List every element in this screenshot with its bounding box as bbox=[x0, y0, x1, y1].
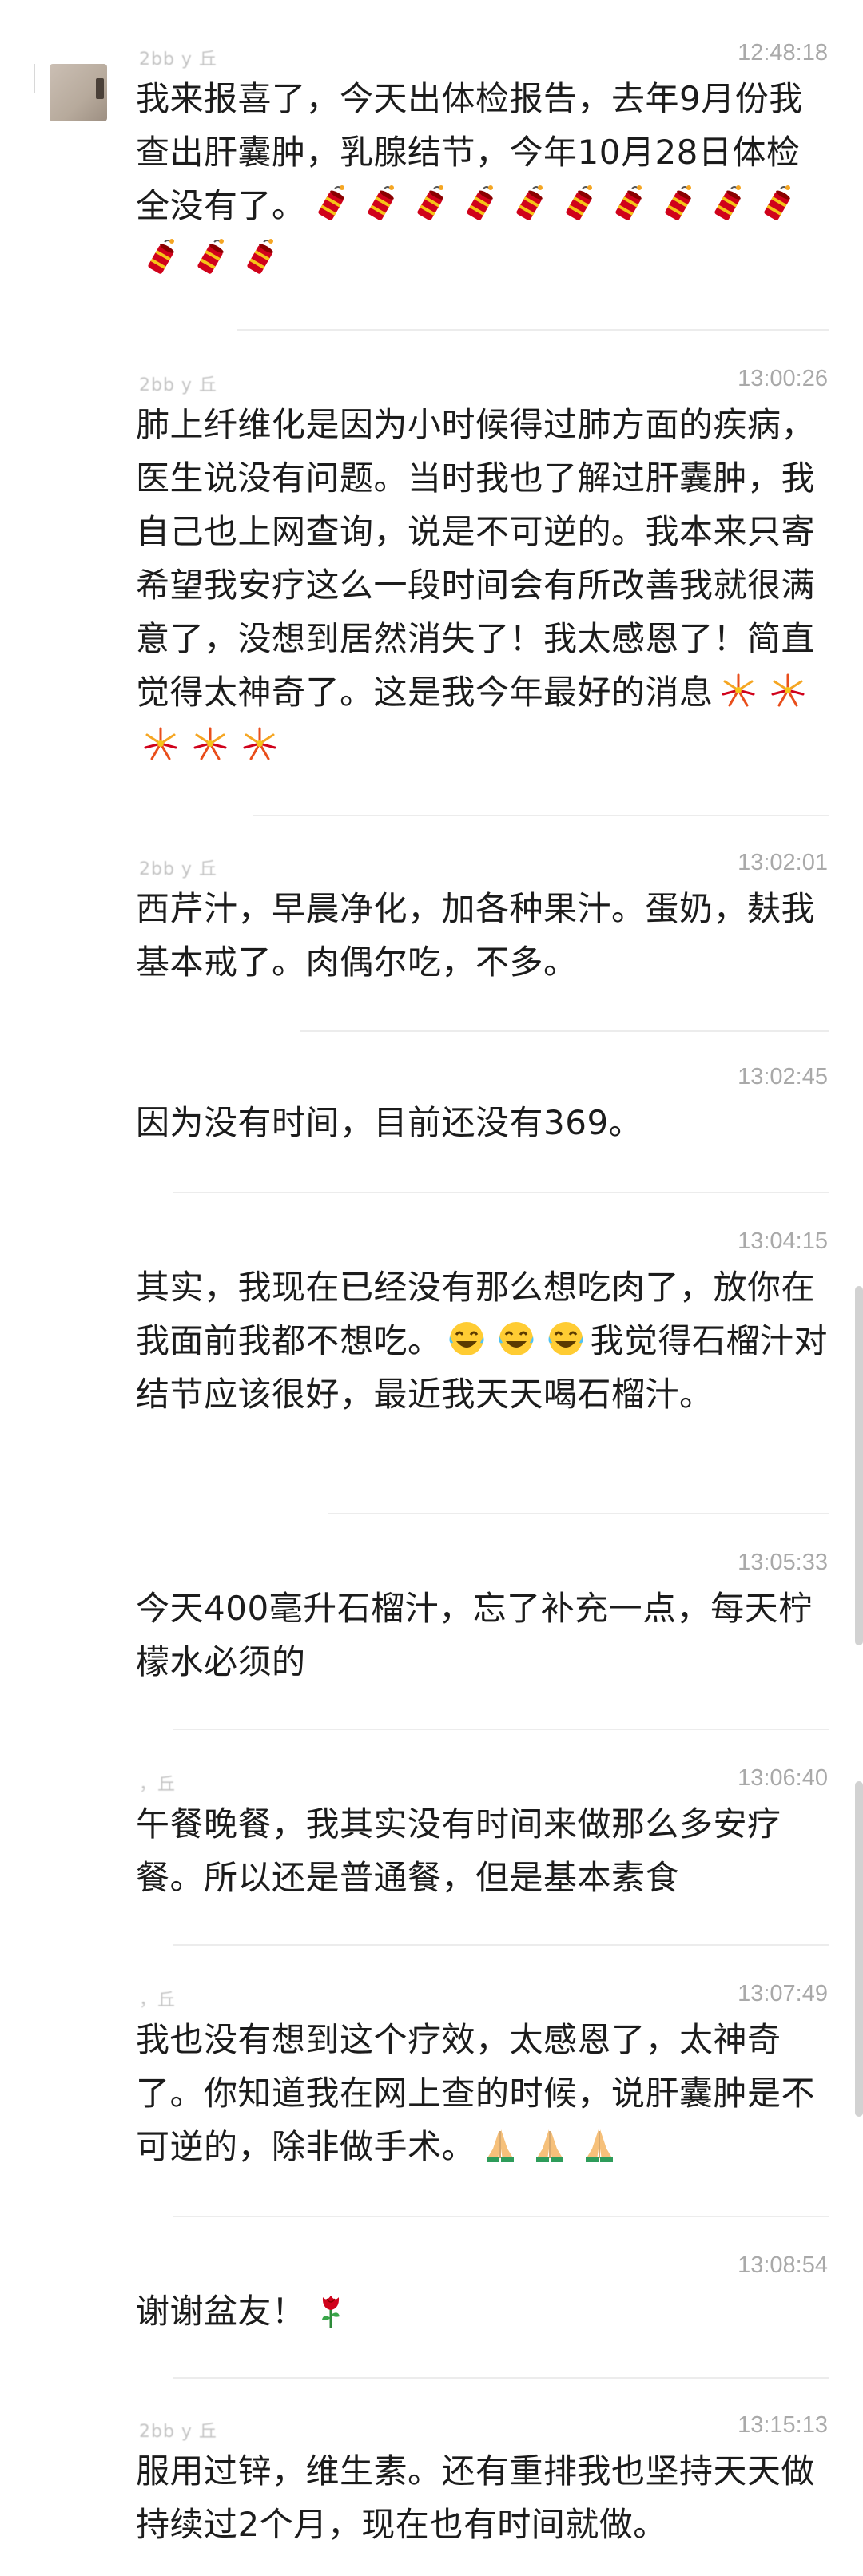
firecracker-icon bbox=[459, 184, 499, 224]
firecracker-icon bbox=[608, 184, 648, 224]
message-text: 肺上纤维化是因为小时候得过肺方面的疾病，医生说没有问题。当时我也了解过肝囊肿，我… bbox=[136, 398, 831, 772]
sender-name: 2bb y 丘 bbox=[139, 2422, 217, 2442]
folded-hands-icon bbox=[530, 2125, 570, 2165]
sender-name: 2bb y 丘 bbox=[139, 50, 217, 69]
top-cropped-header bbox=[0, 0, 863, 16]
message[interactable]: 2bb y 丘 13:02:01 西芹汁，早晨净化，加各种果汁。蛋奶，麸我基本戒了。… bbox=[136, 850, 831, 989]
message-divider bbox=[300, 1030, 829, 1032]
firecracker-icon bbox=[240, 237, 280, 277]
message-text: 谢谢盆友！ bbox=[136, 2284, 831, 2338]
message[interactable]: 2bb y 丘 12:48:18 我来报喜了，今天出体检报告，去年9月份我查出肝囊肿… bbox=[136, 40, 831, 286]
message-timestamp: 13:07:49 bbox=[738, 1981, 828, 2006]
avatar[interactable] bbox=[50, 64, 107, 121]
firecracker-icon bbox=[360, 184, 400, 224]
message-text-segment: 因为没有时间，目前还没有369。 bbox=[136, 1103, 643, 1142]
message-timestamp: 13:05:33 bbox=[738, 1550, 828, 1575]
message-meta: 13:02:45 bbox=[136, 1064, 831, 1096]
folded-hands-icon bbox=[579, 2125, 619, 2165]
message-divider bbox=[173, 2377, 829, 2379]
firecracker-icon bbox=[141, 237, 181, 277]
message-text-segment: 肺上纤维化是因为小时候得过肺方面的疾病，医生说没有问题。当时我也了解过肝囊肿，我… bbox=[136, 405, 816, 712]
sender-name: 2bb y 丘 bbox=[139, 859, 217, 879]
message-meta: ，丘 13:06:40 bbox=[136, 1765, 831, 1797]
message-text-segment: 谢谢盆友！ bbox=[136, 2292, 306, 2331]
message-text: 我也没有想到这个疗效，太感恩了，太神奇了。你知道我在网上查的时候，说肝囊肿是不可… bbox=[136, 2013, 831, 2173]
message[interactable]: ，丘 13:07:49 我也没有想到这个疗效，太感恩了，太神奇了。你知道我在网上查的… bbox=[136, 1981, 831, 2173]
message-meta: 2bb y 丘 13:02:01 bbox=[136, 850, 831, 882]
tears-of-joy-icon bbox=[546, 1319, 586, 1359]
tears-of-joy-icon bbox=[447, 1319, 487, 1359]
firecracker-icon bbox=[658, 184, 698, 224]
message[interactable]: 13:02:45 因为没有时间，目前还没有369。 bbox=[136, 1064, 831, 1149]
message-meta: 2bb y 丘 12:48:18 bbox=[136, 40, 831, 72]
message[interactable]: 2bb y 丘 13:00:26 肺上纤维化是因为小时候得过肺方面的疾病，医生说没有… bbox=[136, 366, 831, 772]
message-text-segment: 今天400毫升石榴汁，忘了补充一点，每天柠檬水必须的 bbox=[136, 1589, 813, 1681]
firecracker-icon bbox=[509, 184, 549, 224]
message-text-segment: 午餐晚餐，我其实没有时间来做那么多安疗餐。所以还是普通餐，但是基本素食 bbox=[136, 1804, 781, 1897]
message-text: 我来报喜了，今天出体检报告，去年9月份我查出肝囊肿，乳腺结节，今年10月28日体… bbox=[136, 72, 831, 286]
message-meta: 13:04:15 bbox=[136, 1228, 831, 1260]
message-text: 今天400毫升石榴汁，忘了补充一点，每天柠檬水必须的 bbox=[136, 1582, 831, 1689]
fireworks-icon bbox=[240, 724, 280, 764]
firecracker-icon bbox=[757, 184, 797, 224]
fireworks-icon bbox=[141, 724, 181, 764]
firecracker-icon bbox=[559, 184, 599, 224]
fireworks-icon bbox=[718, 670, 758, 710]
sender-name: ，丘 bbox=[139, 1991, 177, 2010]
message-timestamp: 13:06:40 bbox=[738, 1765, 828, 1791]
message-divider bbox=[237, 329, 829, 331]
message[interactable]: 2bb y 丘 13:15:13 服用过锌，维生素。还有重排我也坚持天天做持续过2个… bbox=[136, 2412, 831, 2551]
firecracker-icon bbox=[410, 184, 450, 224]
firecracker-icon bbox=[707, 184, 747, 224]
message-divider bbox=[253, 815, 829, 816]
message-text: 服用过锌，维生素。还有重排我也坚持天天做持续过2个月，现在也有时间就做。 bbox=[136, 2444, 831, 2551]
message-meta: 13:08:54 bbox=[136, 2253, 831, 2284]
message-divider bbox=[328, 1513, 829, 1514]
sender-name: 2bb y 丘 bbox=[139, 375, 217, 395]
message-timestamp: 13:08:54 bbox=[738, 2253, 828, 2278]
firecracker-icon bbox=[311, 184, 351, 224]
message[interactable]: 13:04:15 其实，我现在已经没有那么想吃肉了，放你在我面前我都不想吃。 我觉得… bbox=[136, 1228, 831, 1421]
folded-hands-icon bbox=[480, 2125, 520, 2165]
message-timestamp: 13:04:15 bbox=[738, 1228, 828, 1254]
message-meta: 2bb y 丘 13:15:13 bbox=[136, 2412, 831, 2444]
message[interactable]: ，丘 13:06:40 午餐晚餐，我其实没有时间来做那么多安疗餐。所以还是普通餐，但… bbox=[136, 1765, 831, 1904]
message-text: 午餐晚餐，我其实没有时间来做那么多安疗餐。所以还是普通餐，但是基本素食 bbox=[136, 1797, 831, 1904]
tears-of-joy-icon bbox=[496, 1319, 536, 1359]
scrollbar-thumb[interactable] bbox=[855, 1781, 863, 2117]
message[interactable]: 13:05:33 今天400毫升石榴汁，忘了补充一点，每天柠檬水必须的 bbox=[136, 1550, 831, 1689]
message-meta: 2bb y 丘 13:00:26 bbox=[136, 366, 831, 398]
rose-icon bbox=[311, 2289, 351, 2329]
message-text-segment: 服用过锌，维生素。还有重排我也坚持天天做持续过2个月，现在也有时间就做。 bbox=[136, 2451, 816, 2544]
message-text-segment: 西芹汁，早晨净化，加各种果汁。蛋奶，麸我基本戒了。肉偶尔吃，不多。 bbox=[136, 889, 816, 982]
message-timestamp: 13:00:26 bbox=[738, 366, 828, 391]
message-text: 西芹汁，早晨净化，加各种果汁。蛋奶，麸我基本戒了。肉偶尔吃，不多。 bbox=[136, 882, 831, 989]
message-timestamp: 12:48:18 bbox=[738, 40, 828, 65]
message-text: 其实，我现在已经没有那么想吃肉了，放你在我面前我都不想吃。 我觉得石榴汁对结节应该… bbox=[136, 1260, 831, 1421]
message-divider bbox=[173, 2216, 829, 2217]
message-divider bbox=[173, 1944, 829, 1946]
message-divider bbox=[173, 1192, 829, 1193]
firecracker-icon bbox=[190, 237, 230, 277]
message[interactable]: 13:08:54 谢谢盆友！ bbox=[136, 2253, 831, 2338]
fireworks-icon bbox=[190, 724, 230, 764]
message-timestamp: 13:15:13 bbox=[738, 2412, 828, 2438]
sender-name: ，丘 bbox=[139, 1775, 177, 1795]
message-divider bbox=[173, 1729, 829, 1730]
message-timestamp: 13:02:45 bbox=[738, 1064, 828, 1090]
message-text-segment: 我也没有想到这个疗效，太感恩了，太神奇了。你知道我在网上查的时候，说肝囊肿是不可… bbox=[136, 2020, 816, 2166]
message-meta: 13:05:33 bbox=[136, 1550, 831, 1582]
fireworks-icon bbox=[768, 670, 808, 710]
message-text: 因为没有时间，目前还没有369。 bbox=[136, 1096, 831, 1149]
avatar-edge bbox=[34, 64, 35, 93]
scrollbar-thumb[interactable] bbox=[855, 1286, 863, 1645]
message-meta: ，丘 13:07:49 bbox=[136, 1981, 831, 2013]
message-timestamp: 13:02:01 bbox=[738, 850, 828, 875]
